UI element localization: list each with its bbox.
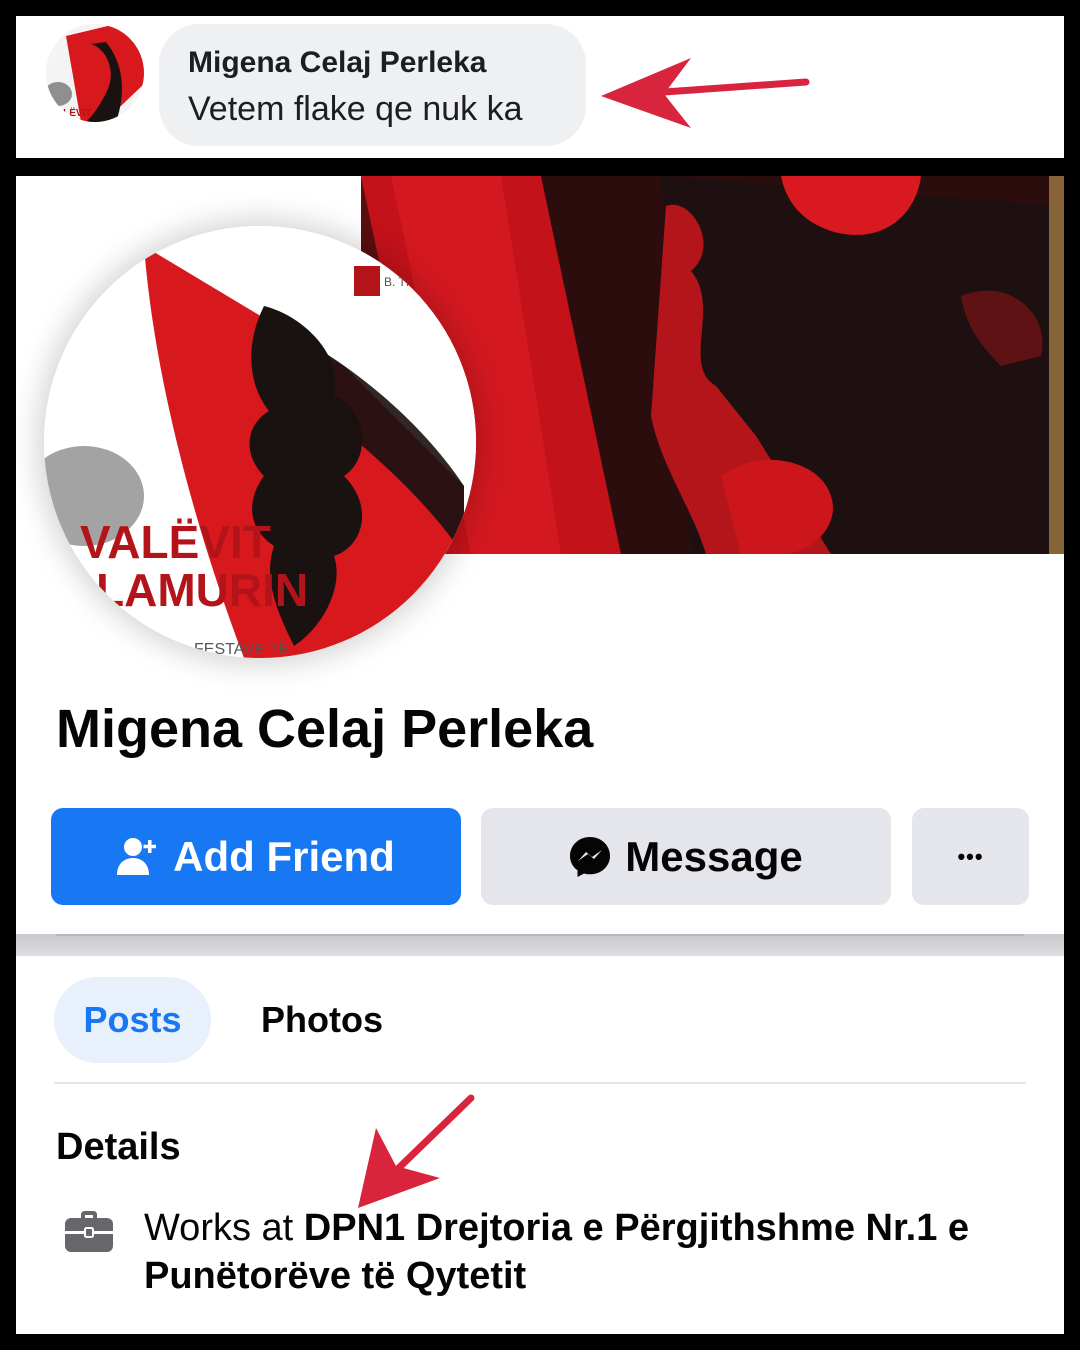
details-heading: Details [56,1126,181,1168]
comment-panel: VALËVIT Migena Celaj Perleka Vetem flake… [16,16,1064,158]
profile-picture[interactable]: VALËVIT LAMURIN FESTAVE TË B. TIR. [44,226,476,658]
svg-text:VALËVIT: VALËVIT [50,106,91,119]
comment-bubble: Migena Celaj Perleka Vetem flake qe nuk … [159,24,586,146]
add-friend-label: Add Friend [173,832,395,880]
tirana-logo [354,266,380,296]
message-label: Message [625,832,803,880]
messenger-icon [570,836,611,877]
picture-caption-small: FESTAVE TË [194,640,289,658]
profile-panel: VALËVIT LAMURIN FESTAVE TË B. TIR. Migen… [16,176,1064,1334]
flag-avatar-image: VALËVIT [46,24,144,122]
picture-caption-line1: VALËVIT [80,516,271,568]
comment-author[interactable]: Migena Celaj Perleka [188,46,486,80]
annotation-arrow-2 [358,1094,475,1208]
work-detail[interactable]: Works at DPN1 Drejtoria e Përgjithshme N… [144,1204,1034,1300]
briefcase-icon [65,1211,113,1252]
more-dots-icon: ••• [957,843,984,869]
message-button[interactable]: Message [481,808,891,905]
tabs-divider [54,1082,1026,1084]
tab-photos[interactable]: Photos [261,977,383,1063]
flag-profile-image: VALËVIT LAMURIN FESTAVE TË B. TIR. [44,226,476,658]
more-options-button[interactable]: ••• [912,808,1029,905]
work-prefix: Works at [144,1207,304,1249]
profile-name: Migena Celaj Perleka [56,699,594,759]
section-divider [16,934,1064,956]
picture-caption-line2: LAMURIN [96,564,308,616]
comment-avatar[interactable]: VALËVIT [46,24,144,122]
add-friend-button[interactable]: Add Friend [51,808,461,905]
tab-posts[interactable]: Posts [54,977,211,1063]
annotation-arrow [601,58,810,128]
comment-text: Vetem flake qe nuk ka [188,90,523,128]
person-add-icon [117,837,157,875]
